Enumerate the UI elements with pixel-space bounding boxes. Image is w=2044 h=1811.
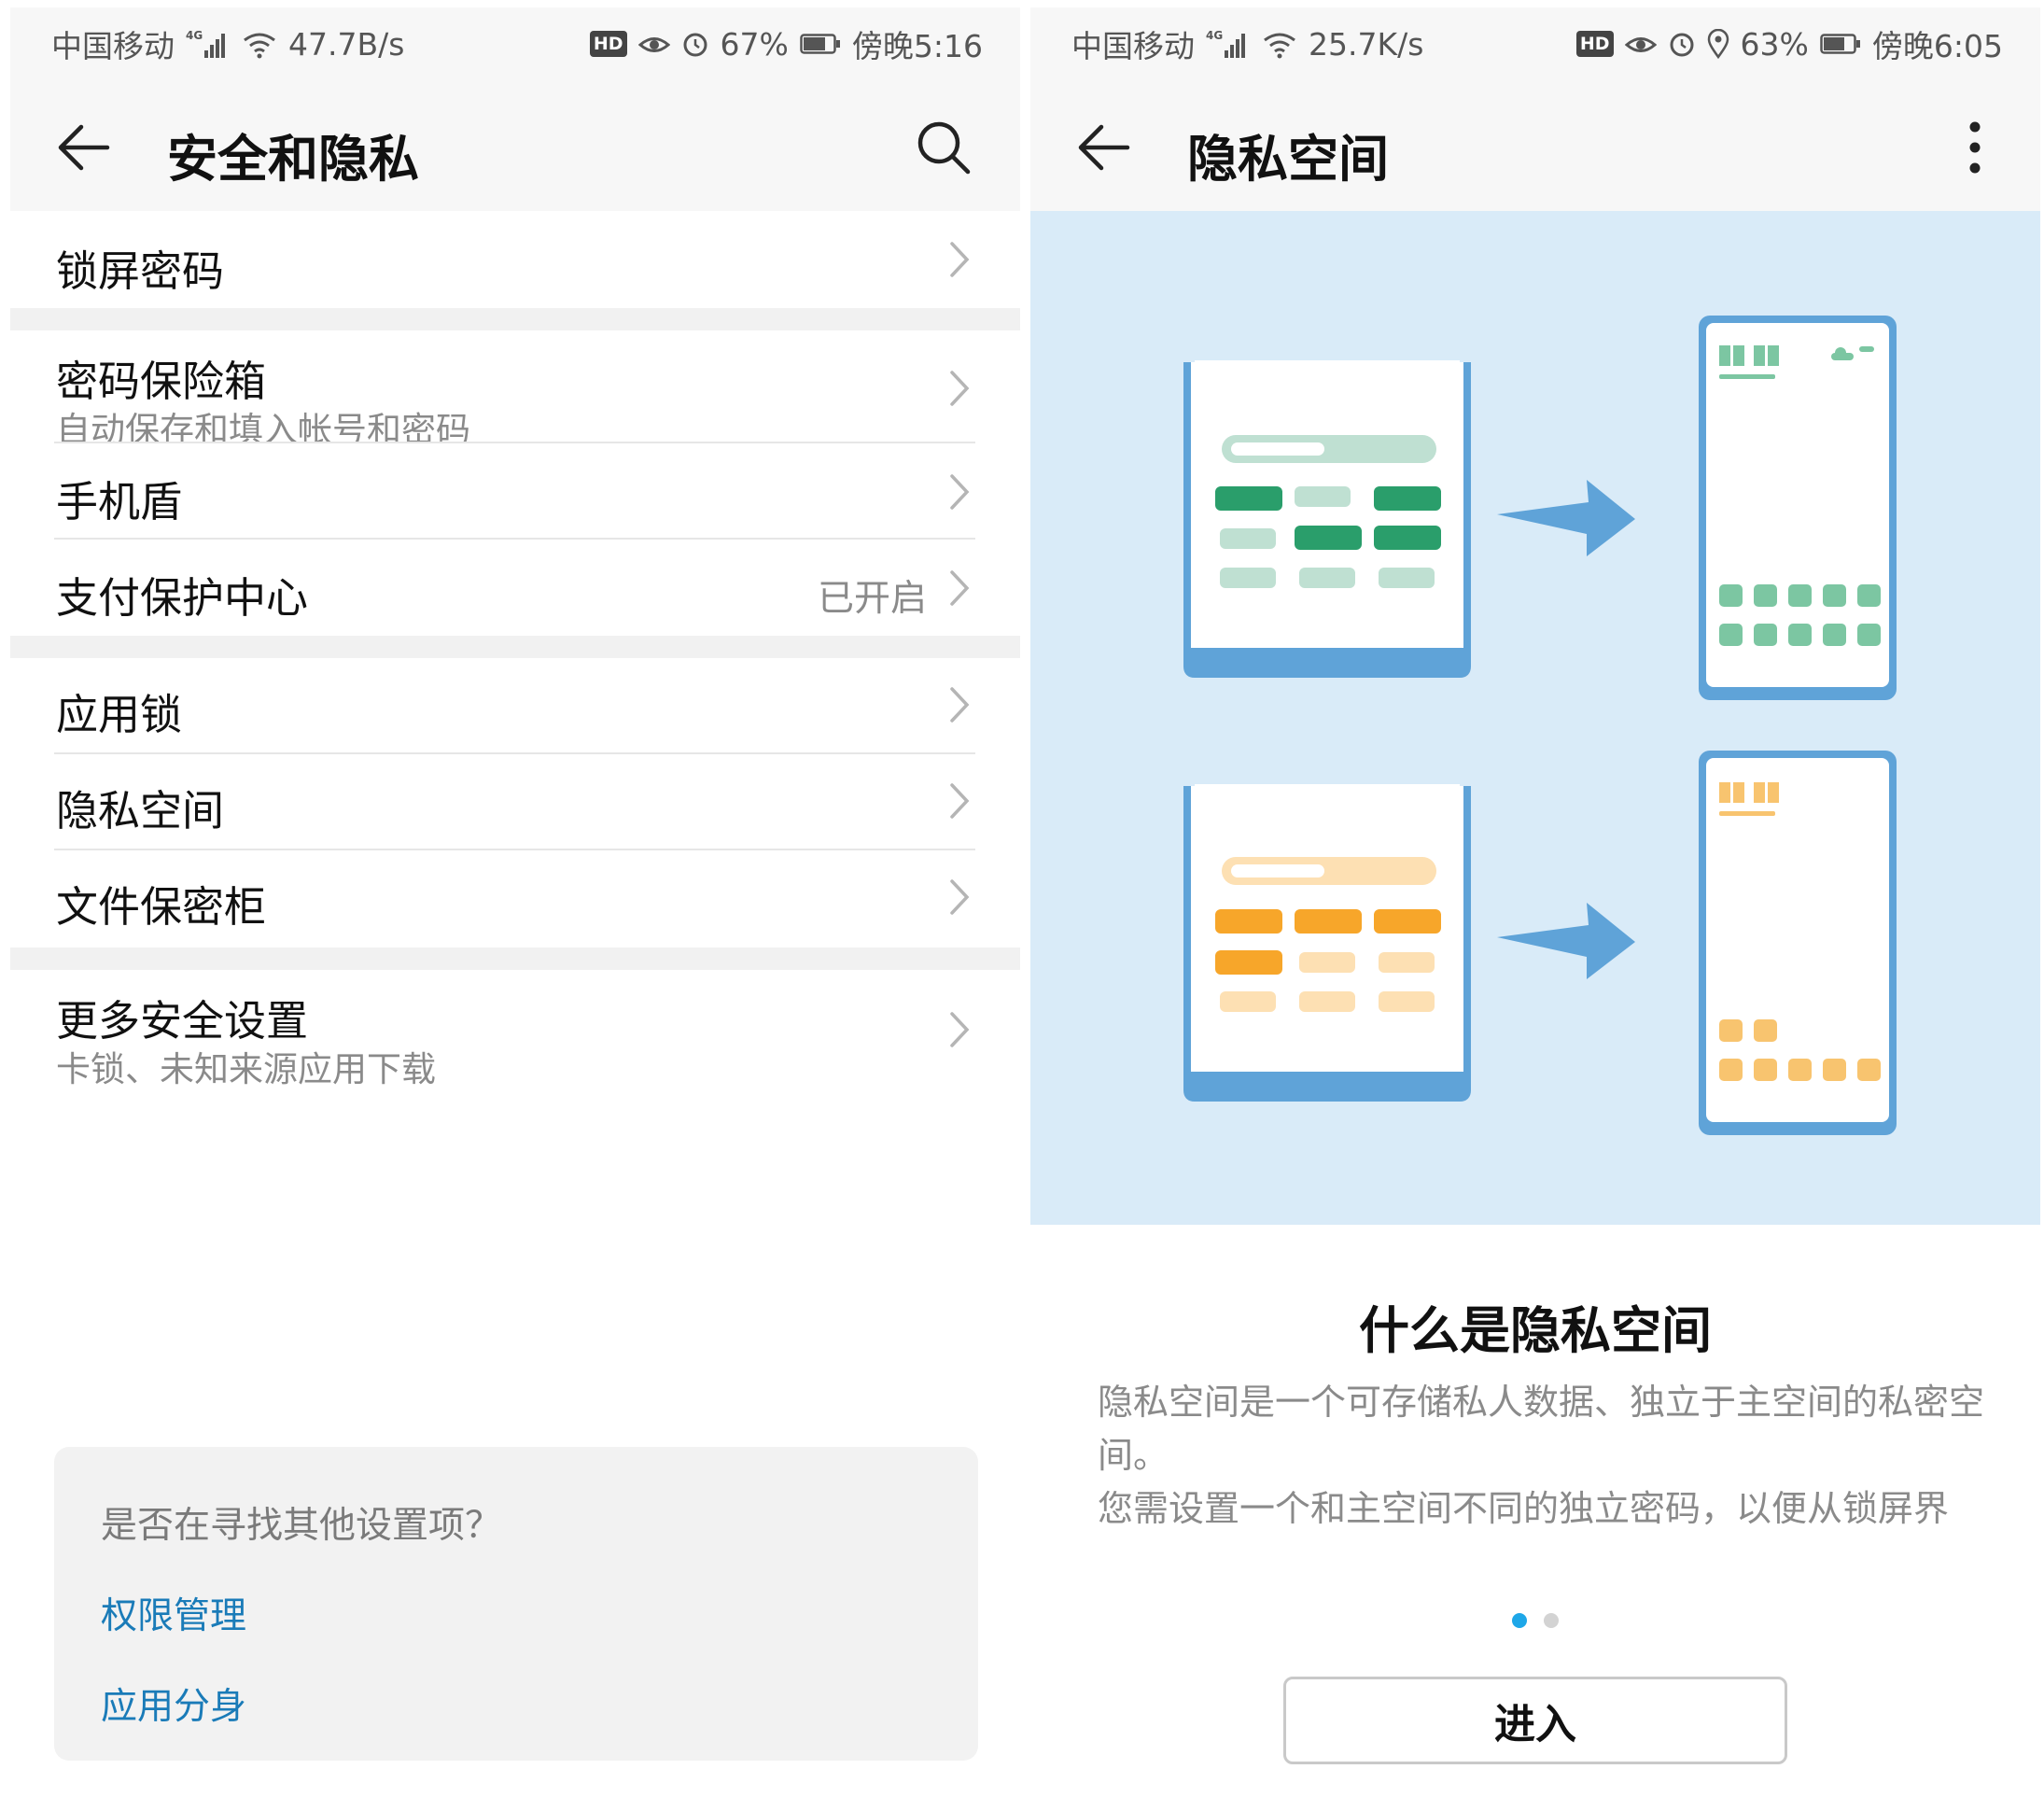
row-label: 手机盾 (56, 477, 183, 526)
status-bar: 中国移动 4G 47.7B/s HD 67% 傍晚5:16 (10, 7, 1020, 80)
signal-icon: 4G (186, 28, 231, 60)
eye-icon (637, 31, 670, 57)
wifi-icon (242, 29, 277, 59)
title-bar: 安全和隐私 (10, 80, 1020, 211)
hd-badge: HD (589, 31, 627, 57)
title-bar: 隐私空间 (1030, 80, 2040, 211)
link-app-twin[interactable]: 应用分身 (101, 1678, 246, 1730)
carrier-label: 中国移动 (1071, 28, 1195, 64)
back-arrow-icon (58, 124, 110, 171)
search-icon (917, 121, 971, 175)
description-paragraph: 隐私空间是一个可存储私人数据、独立于主空间的私密空间。 (1098, 1382, 1985, 1476)
svg-text:4G: 4G (1206, 29, 1223, 42)
row-label: 文件保密柜 (56, 882, 267, 932)
battery-icon (800, 33, 841, 55)
chevron-right-icon (950, 783, 970, 819)
arrow-icon (1497, 903, 1635, 979)
section-gap (10, 948, 1020, 970)
row-label: 锁屏密码 (56, 246, 225, 296)
page-dot[interactable] (1544, 1613, 1559, 1628)
status-bar: 中国移动 4G 25.7K/s HD 63% 傍晚6:05 (1030, 7, 2040, 80)
page-title: 隐私空间 (1187, 130, 1389, 189)
network-speed: 47.7B/s (288, 25, 405, 63)
link-permission-management[interactable]: 权限管理 (101, 1587, 246, 1639)
row-more-security[interactable]: 更多安全设置 卡锁、未知来源应用下载 (10, 970, 1020, 1089)
row-private-space[interactable]: 隐私空间 (10, 754, 1020, 850)
location-icon (1707, 29, 1729, 59)
description: 隐私空间是一个可存储私人数据、独立于主空间的私密空间。 您需设置一个和主空间不同… (1098, 1376, 1984, 1536)
private-space-illustration (1030, 211, 2040, 1225)
network-speed: 25.7K/s (1309, 25, 1424, 63)
private-space-phone (1699, 751, 1897, 1135)
back-button[interactable] (1075, 119, 1131, 175)
suggestion-card: 是否在寻找其他设置项？ 权限管理 应用分身 (54, 1447, 978, 1761)
row-subtitle: 卡锁、未知来源应用下载 (56, 1049, 436, 1089)
status-value: 已开启 (817, 578, 927, 620)
chevron-right-icon (950, 1012, 970, 1047)
enter-button[interactable]: 进入 (1283, 1677, 1787, 1764)
row-payment-protection[interactable]: 支付保护中心 已开启 (10, 540, 1020, 636)
security-privacy-screen: 中国移动 4G 47.7B/s HD 67% 傍晚5:16 安全和隐私 锁屏密码… (10, 7, 1020, 1811)
arrow-icon (1497, 480, 1635, 556)
svg-text:4G: 4G (186, 29, 203, 42)
section-gap (10, 636, 1020, 658)
more-vertical-icon (1969, 121, 1981, 174)
hd-badge: HD (1575, 31, 1614, 57)
signal-icon: 4G (1206, 28, 1251, 60)
row-label: 隐私空间 (56, 786, 225, 835)
row-label: 密码保险箱 (56, 357, 267, 406)
carrier-label: 中国移动 (51, 28, 175, 64)
page-title: 安全和隐私 (167, 130, 419, 189)
main-space-phone (1183, 360, 1471, 678)
search-button[interactable] (914, 118, 973, 177)
section-heading: 什么是隐私空间 (1359, 1301, 1712, 1360)
chevron-right-icon (950, 570, 970, 606)
row-app-lock[interactable]: 应用锁 (10, 658, 1020, 754)
chevron-right-icon (950, 474, 970, 510)
chevron-right-icon (950, 242, 970, 277)
battery-icon (1820, 33, 1861, 55)
section-gap (10, 308, 1020, 330)
clock: 傍晚6:05 (1871, 28, 2003, 64)
row-phone-shield[interactable]: 手机盾 (10, 443, 1020, 540)
chevron-right-icon (950, 371, 970, 406)
alarm-icon (1668, 30, 1696, 58)
battery-percent: 63% (1740, 25, 1809, 63)
row-password-vault[interactable]: 密码保险箱 自动保存和填入帐号和密码 (10, 330, 1020, 450)
back-button[interactable] (55, 119, 111, 175)
row-lock-screen-password[interactable]: 锁屏密码 (10, 211, 1020, 308)
eye-icon (1624, 31, 1657, 57)
row-file-safe[interactable]: 文件保密柜 (10, 850, 1020, 948)
page-indicator (1030, 1613, 2040, 1628)
private-space-phone (1699, 316, 1897, 700)
page-dot-active[interactable] (1512, 1613, 1527, 1628)
clock: 傍晚5:16 (851, 28, 983, 64)
chevron-right-icon (950, 879, 970, 915)
back-arrow-icon (1078, 124, 1130, 171)
alarm-icon (681, 30, 709, 58)
wifi-icon (1262, 29, 1297, 59)
row-label: 应用锁 (56, 690, 183, 739)
battery-percent: 67% (720, 25, 789, 63)
description-paragraph: 您需设置一个和主空间不同的独立密码，以便从锁屏界 (1098, 1488, 1950, 1529)
row-label: 更多安全设置 (56, 996, 309, 1046)
main-space-phone (1183, 784, 1471, 1102)
chevron-right-icon (950, 687, 970, 723)
suggestion-question: 是否在寻找其他设置项？ (101, 1505, 502, 1547)
more-options-button[interactable] (1945, 118, 2005, 177)
private-space-screen: 中国移动 4G 25.7K/s HD 63% 傍晚6:05 隐私空间 什么是隐私… (1030, 7, 2040, 1811)
row-label: 支付保护中心 (56, 573, 309, 623)
